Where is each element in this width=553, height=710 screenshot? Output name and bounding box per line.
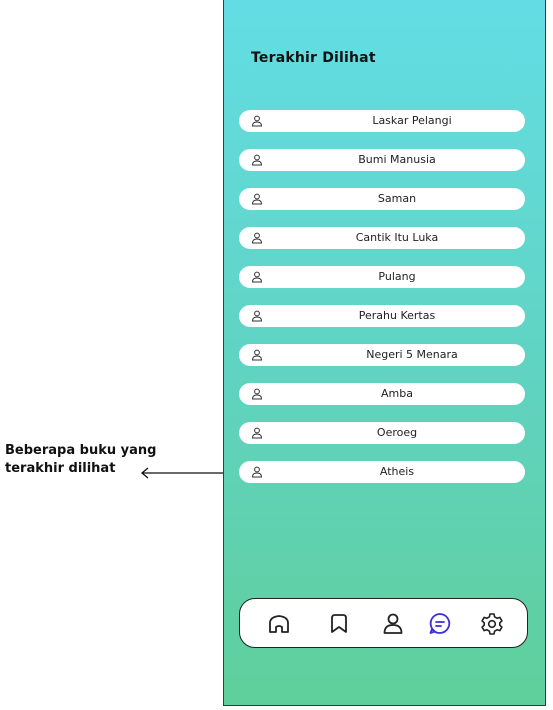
chat-icon[interactable] <box>428 612 452 636</box>
user-icon <box>251 388 263 400</box>
list-item[interactable]: Pulang <box>239 266 525 288</box>
user-icon <box>251 349 263 361</box>
user-icon <box>251 427 263 439</box>
settings-icon[interactable] <box>480 612 504 636</box>
list-item-label: Saman <box>377 192 417 205</box>
list-item-label: Perahu Kertas <box>358 309 436 322</box>
phone-screen: Terakhir Dilihat Laskar Pelangi Bumi Man… <box>223 0 546 706</box>
bottom-nav <box>239 598 528 648</box>
list-item-label: Negeri 5 Menara <box>366 348 458 361</box>
list-item-label: Laskar Pelangi <box>372 114 452 127</box>
list-item-label: Bumi Manusia <box>358 153 436 166</box>
list-item[interactable]: Cantik Itu Luka <box>239 227 525 249</box>
list-item[interactable]: Laskar Pelangi <box>239 110 525 132</box>
list-item[interactable]: Atheis <box>239 461 525 483</box>
list-item[interactable]: Amba <box>239 383 525 405</box>
user-icon <box>251 154 263 166</box>
user-icon <box>251 310 263 322</box>
user-icon <box>251 232 263 244</box>
page-title: Terakhir Dilihat <box>251 50 376 66</box>
user-icon <box>251 271 263 283</box>
list-item[interactable]: Saman <box>239 188 525 210</box>
list-item-label: Atheis <box>379 465 415 478</box>
list-item-label: Cantik Itu Luka <box>355 231 439 244</box>
home-icon[interactable] <box>267 612 291 636</box>
bookmark-icon[interactable] <box>327 612 351 636</box>
user-icon <box>251 193 263 205</box>
list-item-label: Oeroeg <box>376 426 418 439</box>
list-item[interactable]: Oeroeg <box>239 422 525 444</box>
list-item-label: Amba <box>381 387 413 400</box>
user-icon[interactable] <box>381 612 405 636</box>
list-item-label: Pulang <box>378 270 416 283</box>
user-icon <box>251 115 263 127</box>
list-item[interactable]: Perahu Kertas <box>239 305 525 327</box>
list-item[interactable]: Bumi Manusia <box>239 149 525 171</box>
user-icon <box>251 466 263 478</box>
list-item[interactable]: Negeri 5 Menara <box>239 344 525 366</box>
annotation-line-1: Beberapa buku yang <box>5 443 157 458</box>
